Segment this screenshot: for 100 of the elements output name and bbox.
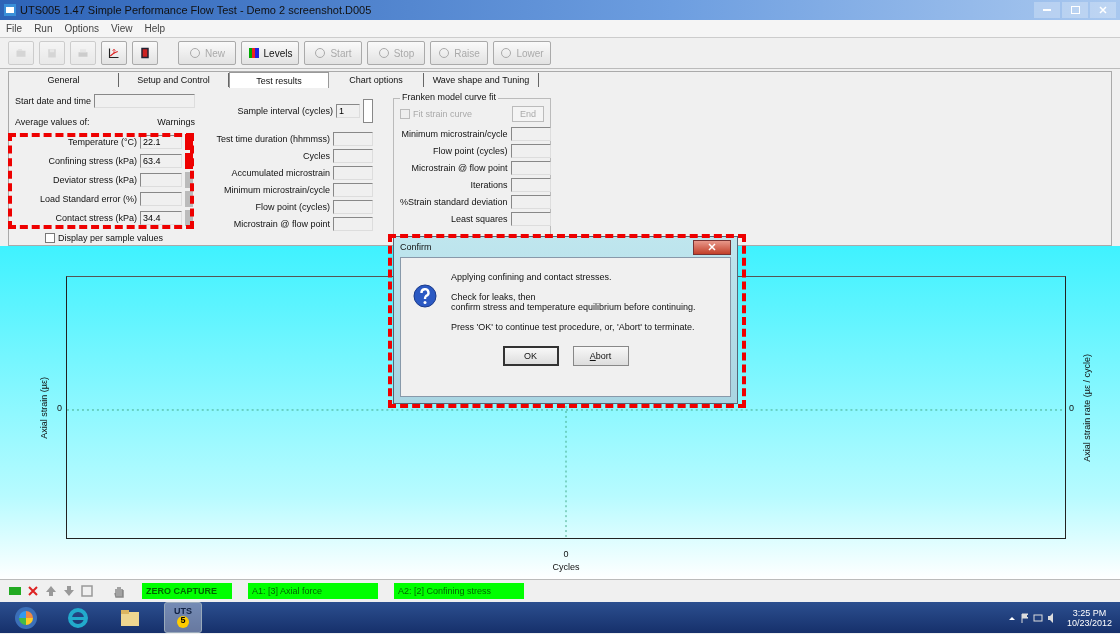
axis-label: Cycles	[552, 562, 580, 572]
dialog-title: Confirm	[400, 242, 432, 252]
status-panel: A2: [2] Confining stress	[394, 583, 524, 599]
status-icon[interactable]	[26, 584, 40, 598]
toolbar-button[interactable]	[101, 41, 127, 65]
status-icon[interactable]	[62, 584, 76, 598]
close-button[interactable]	[693, 239, 731, 255]
dialog-button[interactable]: OK	[502, 346, 559, 366]
status-icon[interactable]	[80, 584, 94, 598]
axis-tick-label: 0	[57, 402, 62, 413]
value-field[interactable]: 34.4	[140, 211, 182, 225]
field-label: Sample interval (cycles)	[236, 106, 333, 116]
result-field[interactable]	[333, 217, 373, 231]
tab[interactable]: Test results	[229, 72, 329, 88]
field-label: Microstrain @ flow point	[232, 219, 330, 229]
result-field[interactable]	[510, 161, 551, 175]
field-label: %Strain standard deviation	[400, 197, 508, 207]
tab[interactable]: Chart options	[329, 73, 424, 87]
close-icon	[1099, 6, 1107, 14]
toolbar-icon	[108, 47, 120, 59]
toolbar-icon	[247, 47, 260, 59]
result-field[interactable]	[510, 144, 551, 158]
clock-date[interactable]: 10/23/2012	[1066, 617, 1112, 628]
section-label: Average values of:	[15, 117, 90, 127]
value-field[interactable]: 22.1	[140, 135, 182, 149]
value-field[interactable]	[140, 173, 182, 187]
checkbox[interactable]	[45, 233, 55, 243]
app-badge: UTS 5	[174, 607, 192, 628]
clock-time[interactable]: 3:25 PM	[1072, 607, 1107, 618]
dialog-message: confirm stress and temperature equilibrium before continuing.	[451, 302, 696, 312]
maximize-icon	[1070, 6, 1080, 14]
field-label: Minimum microstrain/cycle	[223, 185, 330, 195]
app-icon	[14, 605, 38, 630]
hand-icon[interactable]	[112, 584, 126, 598]
toolbar-icon	[500, 47, 513, 59]
dialog-message: Press 'OK' to continue test procedure, or, 'Abort' to terminate.	[451, 322, 696, 332]
toolbar-icon	[438, 47, 451, 59]
tab[interactable]: General	[9, 73, 119, 87]
axis-tick-label: 0	[563, 549, 569, 559]
menu-item[interactable]: File	[6, 23, 23, 34]
maximize-button[interactable]	[1062, 2, 1088, 18]
field-label: Temperature (°C)	[66, 137, 137, 147]
menu-item[interactable]: Options	[64, 23, 99, 34]
status-panel: A1: [3] Axial force	[248, 583, 378, 599]
result-field[interactable]	[510, 212, 551, 226]
minimize-button[interactable]	[1034, 2, 1060, 18]
toolbar-icon	[46, 47, 58, 59]
status-icon[interactable]	[8, 584, 22, 598]
menu-item[interactable]: Help	[144, 23, 166, 34]
result-field[interactable]	[510, 195, 551, 209]
axis-label: Axial strain (µε)	[39, 376, 49, 439]
checkbox-label: Fit strain curve	[413, 109, 472, 119]
sample-interval-field[interactable]: 1	[336, 104, 360, 118]
field-label: Flow point (cycles)	[254, 202, 330, 212]
field-label: Cycles	[302, 151, 330, 161]
result-field[interactable]	[510, 127, 551, 141]
result-field[interactable]	[333, 149, 373, 163]
toolbar-icon	[314, 47, 327, 59]
spin-button[interactable]	[363, 99, 373, 123]
dialog-message: Applying confining and contact stresses.	[451, 272, 613, 282]
field-label: Flow point (cycles)	[432, 146, 508, 156]
checkbox-label: Display per sample values	[58, 233, 164, 243]
field-label: Microstrain @ flow point	[410, 163, 508, 173]
status-panel: ZERO CAPTURE	[142, 583, 232, 599]
field-label: Minimum microstrain/cycle	[400, 129, 508, 139]
axis-label: Axial strain rate (µε / cycle)	[1082, 353, 1092, 462]
status-icon[interactable]	[44, 584, 58, 598]
field-label: Test time duration (hhmmss)	[215, 134, 330, 144]
result-field[interactable]	[333, 200, 373, 214]
dialog-button[interactable]: Abort	[572, 346, 629, 366]
start-date-field[interactable]	[94, 94, 195, 108]
result-field[interactable]	[333, 183, 373, 197]
toolbar-button[interactable]: Levels	[241, 41, 299, 65]
minimize-icon	[1043, 8, 1051, 12]
field-label: Confining stress (kPa)	[47, 156, 137, 166]
axis-tick-label: 0	[1069, 402, 1074, 413]
field-label: Start date and time	[15, 96, 92, 106]
result-field[interactable]	[510, 178, 551, 192]
value-field[interactable]: 63.4	[140, 154, 182, 168]
toolbar-icon	[377, 47, 390, 59]
toolbar-button[interactable]	[132, 41, 158, 65]
question-icon	[413, 284, 437, 308]
group-title: Franken model curve fit	[400, 92, 499, 102]
app-icon	[4, 4, 16, 16]
toolbar-icon	[77, 47, 89, 59]
field-label: Least squares	[450, 214, 508, 224]
field-label: Accumulated microstrain	[230, 168, 330, 178]
value-field[interactable]	[140, 192, 182, 206]
taskbar-button[interactable]: UTS 5	[164, 602, 202, 633]
toolbar-icon	[139, 47, 151, 59]
result-field[interactable]	[333, 132, 373, 146]
menu-item[interactable]: View	[110, 23, 133, 34]
app-icon	[66, 605, 90, 630]
result-field[interactable]	[333, 166, 373, 180]
field-label: Iterations	[469, 180, 508, 190]
field-label: Deviator stress (kPa)	[51, 175, 137, 185]
window-title: UTS005 1.47 Simple Performance Flow Test - Demo 2 screenshot.D005	[20, 4, 373, 16]
menu-item[interactable]: Run	[34, 23, 53, 34]
dialog-message: Check for leaks, then	[451, 292, 537, 302]
tab[interactable]: Wave shape and Tuning	[424, 73, 539, 87]
